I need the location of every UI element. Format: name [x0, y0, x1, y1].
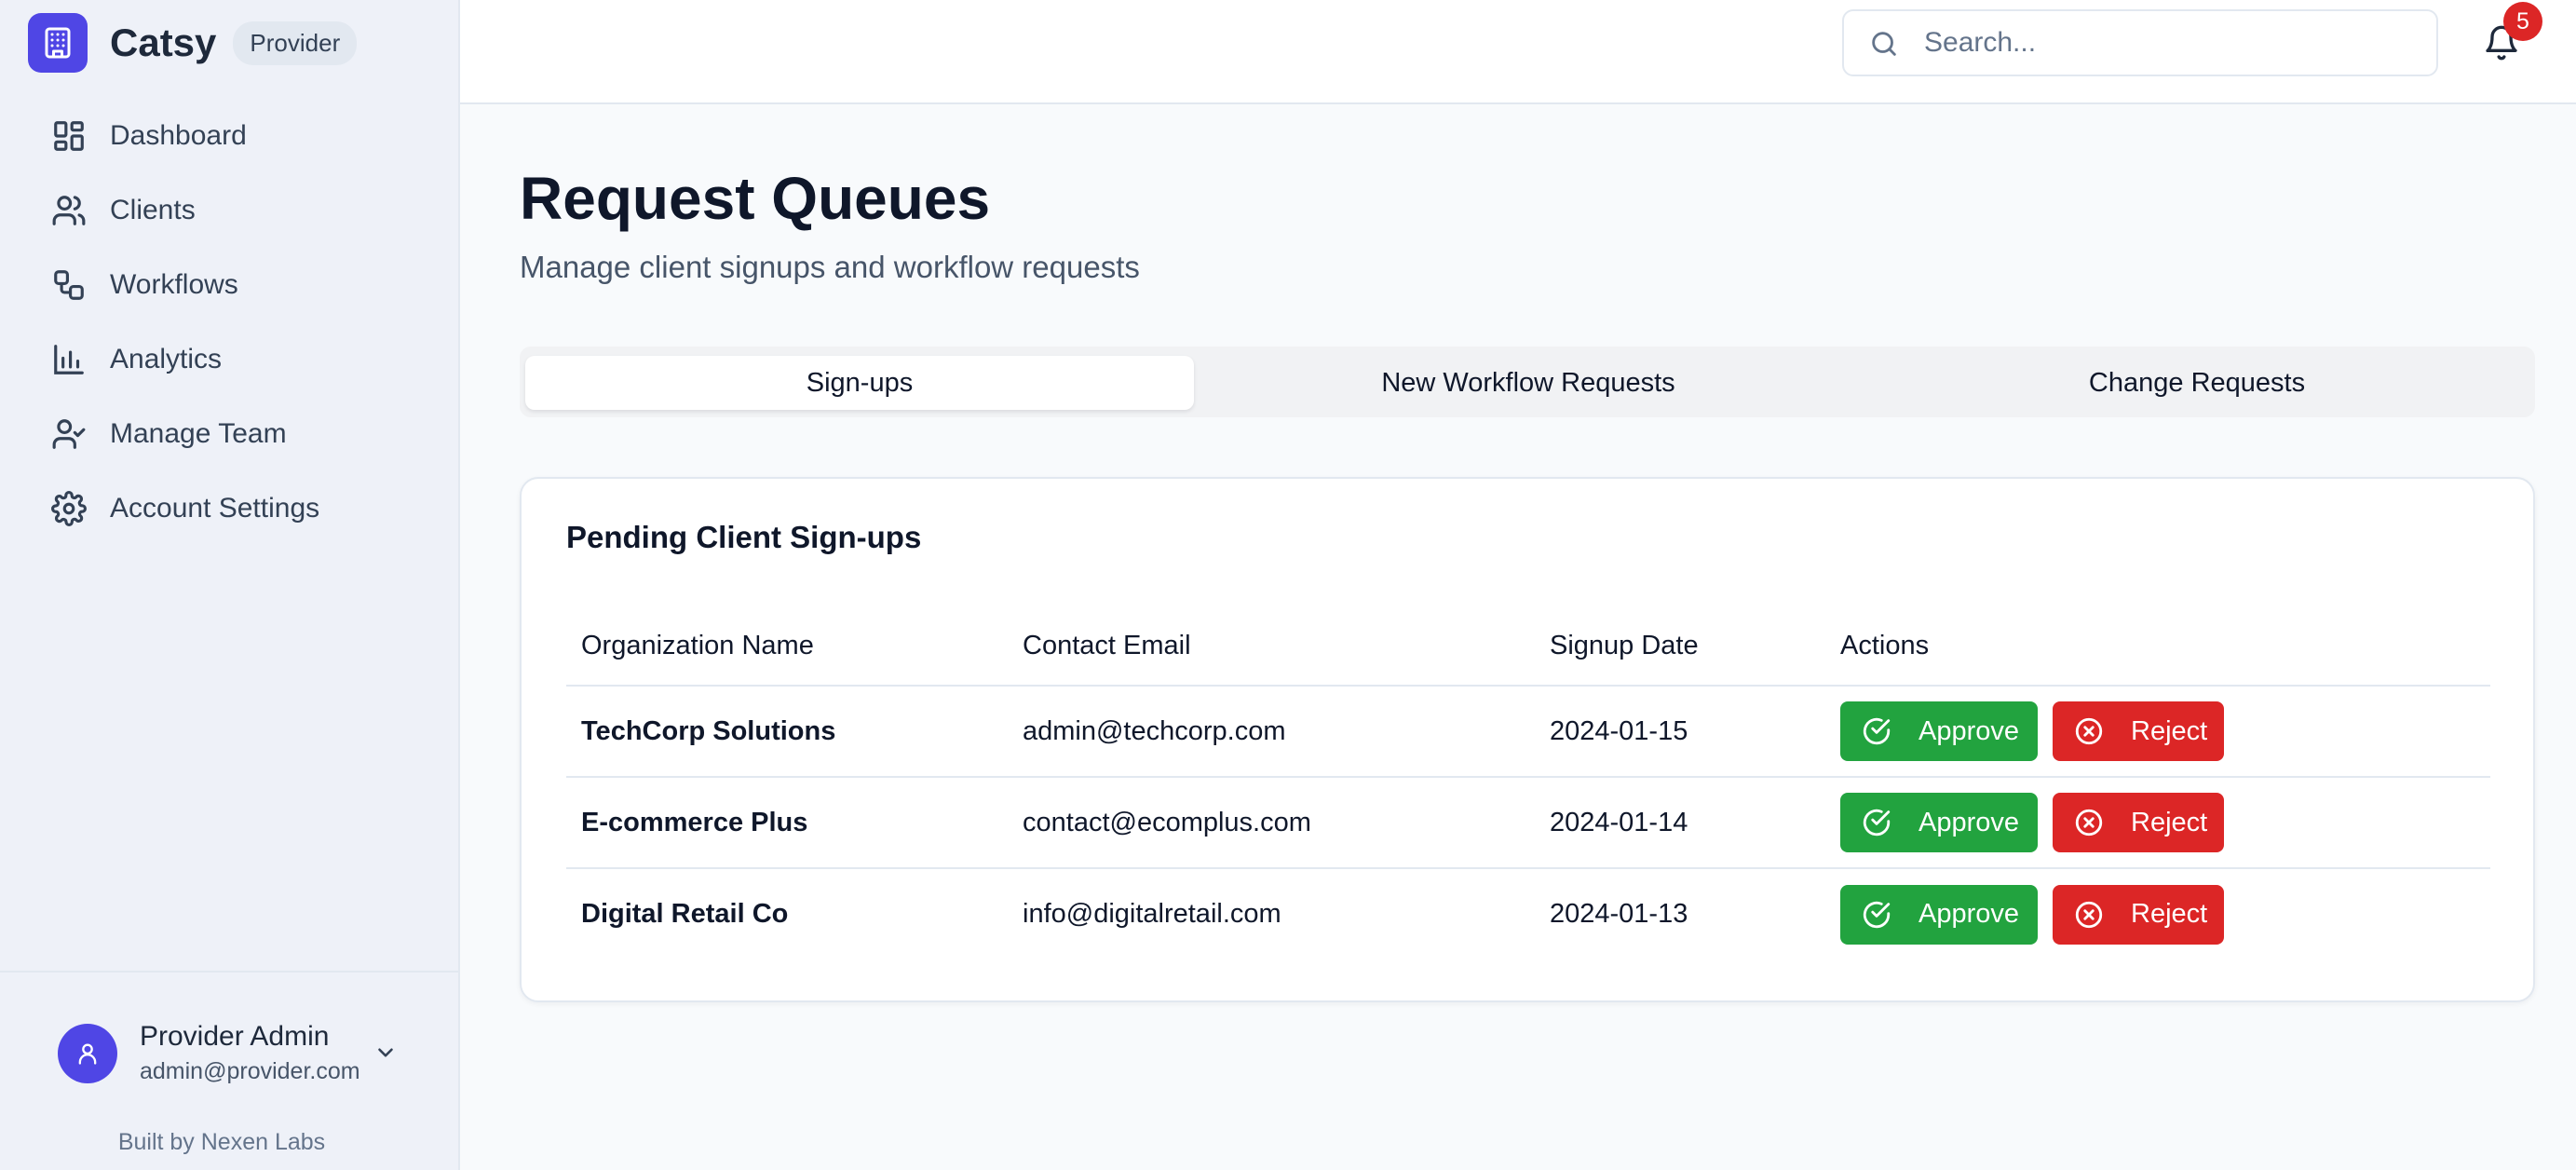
- app-root: Catsy Provider Dashboard Clients Workflo…: [0, 0, 2576, 1170]
- sidebar-footer: Provider Admin admin@provider.com Built …: [0, 971, 458, 1170]
- reject-label: Reject: [2131, 715, 2208, 746]
- page-subtitle: Manage client signups and workflow reque…: [520, 250, 1140, 284]
- brand-name: Catsy: [110, 20, 217, 64]
- x-circle-icon: [2073, 899, 2105, 931]
- sidebar-item-account-settings[interactable]: Account Settings: [0, 471, 460, 546]
- sidebar-item-dashboard[interactable]: Dashboard: [0, 99, 460, 173]
- reject-label: Reject: [2131, 807, 2208, 837]
- row-actions: Approve Reject: [1825, 777, 2490, 869]
- table-row: E-commerce Plus contact@ecomplus.com 202…: [566, 777, 2490, 869]
- organization-name: E-commerce Plus: [566, 777, 1008, 869]
- card-title: Pending Client Sign-ups: [566, 520, 922, 554]
- approve-label: Approve: [1918, 807, 2020, 837]
- row-actions: Approve Reject: [1825, 868, 2490, 959]
- sidebar-item-analytics[interactable]: Analytics: [0, 322, 460, 397]
- reject-button[interactable]: Reject: [2053, 884, 2224, 945]
- role-badge: Provider: [233, 20, 358, 65]
- avatar: [58, 1023, 117, 1083]
- tab-sign-ups[interactable]: Sign-ups: [525, 356, 1194, 410]
- built-by-text: Built by Nexen Labs: [117, 1129, 326, 1155]
- sidebar-item-workflows[interactable]: Workflows: [0, 248, 460, 322]
- reject-button[interactable]: Reject: [2053, 793, 2224, 852]
- table-row: TechCorp Solutions admin@techcorp.com 20…: [566, 686, 2490, 778]
- tab-change-requests[interactable]: Change Requests: [1863, 356, 2531, 410]
- request-tabs: Sign-ups New Workflow Requests Change Re…: [520, 347, 2535, 417]
- dashboard-icon: [50, 117, 88, 155]
- search-box[interactable]: [1842, 9, 2438, 76]
- sidebar-item-manage-team[interactable]: Manage Team: [0, 397, 460, 471]
- users-icon: [50, 192, 88, 229]
- sidebar-item-label: Dashboard: [110, 120, 247, 151]
- user-name: Provider Admin: [140, 1021, 330, 1052]
- user-icon: [78, 1043, 97, 1065]
- search-icon: [1868, 28, 1900, 64]
- row-actions: Approve Reject: [1825, 686, 2490, 778]
- gear-icon: [50, 490, 88, 527]
- organization-name: TechCorp Solutions: [566, 686, 1008, 778]
- notification-badge: 5: [2503, 2, 2542, 41]
- signup-date: 2024-01-13: [1550, 899, 1688, 929]
- approve-button[interactable]: Approve: [1840, 701, 2038, 761]
- column-header: Actions: [1825, 607, 2490, 687]
- page-title: Request Queues: [520, 165, 991, 232]
- building-logo-icon: [28, 13, 88, 73]
- contact-email: contact@ecomplus.com: [1008, 777, 1535, 869]
- sidebar-item-label: Clients: [110, 195, 196, 225]
- signup-date: 2024-01-14: [1535, 777, 1825, 869]
- brand[interactable]: Catsy Provider: [28, 13, 358, 73]
- check-circle-icon: [1861, 899, 1892, 931]
- workflow-icon: [50, 266, 88, 304]
- check-circle-icon: [1861, 715, 1892, 747]
- signups-table: Organization Name Contact Email Signup D…: [566, 607, 2490, 959]
- table-row: Digital Retail Co info@digitalretail.com…: [566, 868, 2490, 959]
- user-email: admin@provider.com: [140, 1058, 360, 1084]
- column-header: Organization Name: [566, 607, 1008, 687]
- sidebar-item-label: Account Settings: [110, 493, 320, 524]
- column-header: Signup Date: [1535, 607, 1825, 687]
- topbar: 5: [460, 0, 2576, 104]
- sidebar-item-clients[interactable]: Clients: [0, 173, 460, 248]
- tab-new-workflow-requests[interactable]: New Workflow Requests: [1194, 356, 1863, 410]
- sidebar-item-label: Analytics: [110, 344, 223, 374]
- approve-button[interactable]: Approve: [1840, 884, 2038, 945]
- table-header-row: Organization Name Contact Email Signup D…: [566, 607, 2490, 687]
- x-circle-icon: [2073, 715, 2105, 747]
- bar-chart-icon: [50, 341, 88, 378]
- user-check-icon: [50, 415, 88, 453]
- column-header: Contact Email: [1008, 607, 1535, 687]
- organization-name: Digital Retail Co: [581, 899, 789, 929]
- sidebar-nav: Dashboard Clients Workflows Analytics Ma…: [0, 99, 460, 546]
- chevron-down-icon[interactable]: [373, 1041, 398, 1069]
- approve-label: Approve: [1918, 899, 2020, 929]
- signup-date: 2024-01-15: [1535, 686, 1825, 778]
- approve-button[interactable]: Approve: [1840, 793, 2038, 852]
- contact-email: info@digitalretail.com: [1023, 899, 1281, 929]
- sidebar: Catsy Provider Dashboard Clients Workflo…: [0, 0, 460, 1170]
- approve-label: Approve: [1918, 715, 2020, 746]
- user-menu[interactable]: Provider Admin admin@provider.com: [58, 1021, 398, 1085]
- sidebar-item-label: Workflows: [110, 269, 238, 300]
- pending-signups-card: Pending Client Sign-ups Organization Nam…: [520, 477, 2535, 1002]
- check-circle-icon: [1861, 807, 1892, 838]
- reject-label: Reject: [2131, 899, 2208, 929]
- x-circle-icon: [2073, 807, 2105, 838]
- search-input[interactable]: [1924, 24, 2408, 61]
- reject-button[interactable]: Reject: [2053, 701, 2224, 761]
- sidebar-item-label: Manage Team: [110, 418, 287, 449]
- contact-email: admin@techcorp.com: [1008, 686, 1535, 778]
